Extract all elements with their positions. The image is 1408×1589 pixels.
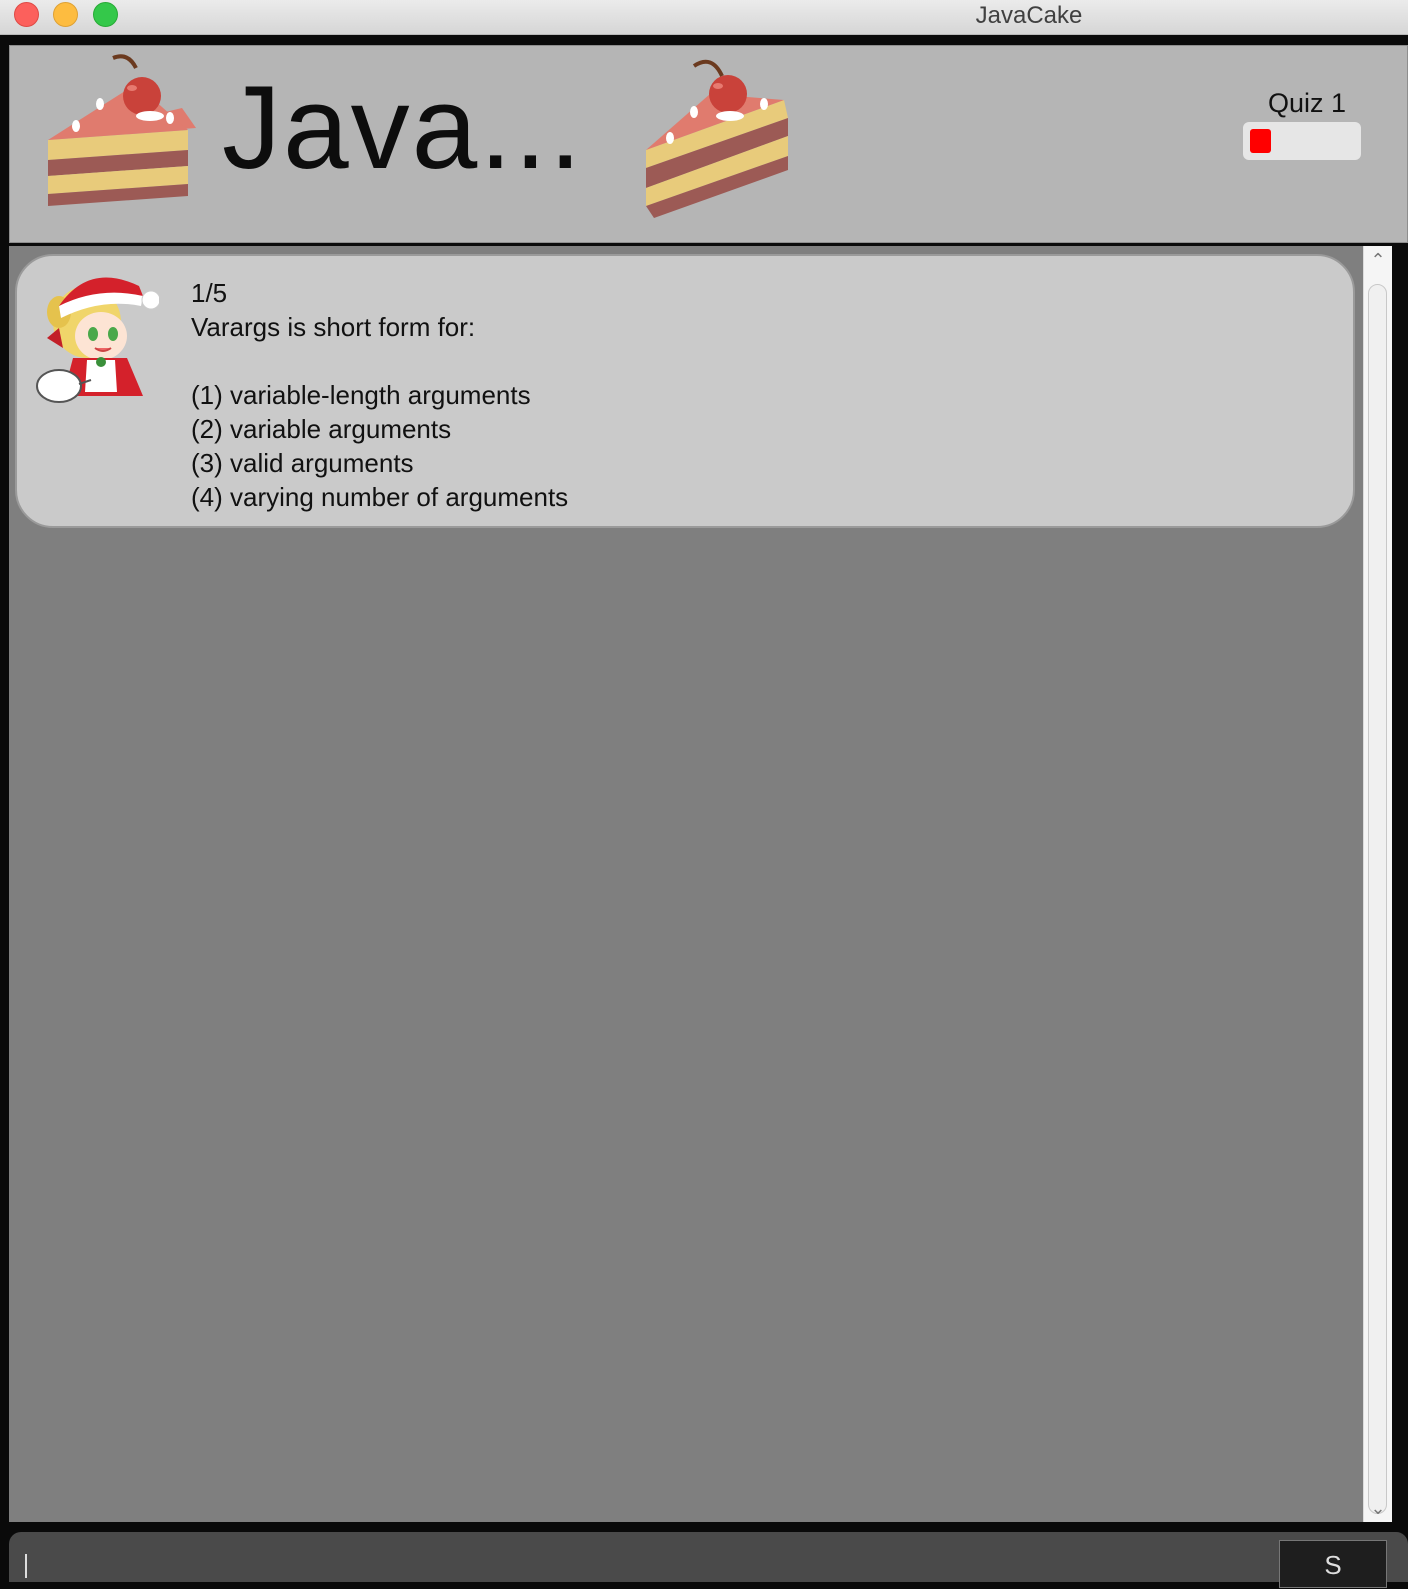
scroll-down-arrow-icon[interactable]: ⌄ [1364,1494,1392,1522]
answer-option: (2) variable arguments [191,414,452,444]
cake-slice-icon [646,59,788,218]
dialog-container: 1/5 Varargs is short form for: (1) varia… [9,246,1363,1522]
dialog-message: 1/5 Varargs is short form for: (1) varia… [191,276,568,514]
cake-slice-icon [48,54,196,206]
question-text: Varargs is short form for: [191,312,476,342]
window-title: JavaCake [975,2,1083,29]
scroll-up-arrow-icon[interactable]: ⌃ [1364,246,1392,274]
app-title: Java... [222,62,584,194]
text-cursor [25,1554,27,1578]
window-divider [0,35,1408,45]
dialog-bubble: 1/5 Varargs is short form for: (1) varia… [15,254,1355,528]
send-button[interactable]: S [1279,1540,1387,1588]
dialog-scrollbar[interactable]: ⌃ ⌄ [1363,246,1392,1522]
window-edge [1392,246,1408,1522]
window-titlebar: JavaCake [0,0,1408,35]
question-counter: 1/5 [191,278,228,308]
app-header: Java... Quiz 1 [9,45,1408,243]
quiz-progress-bar [1243,122,1361,160]
answer-option: (3) valid arguments [191,448,414,478]
quiz-progress-fill [1250,129,1271,153]
santa-girl-avatar-icon [36,277,159,403]
answer-option: (4) varying number of arguments [191,482,569,512]
command-input[interactable] [9,1532,1259,1582]
input-bar: S [9,1532,1408,1588]
answer-option: (1) variable-length arguments [191,380,531,410]
scrollbar-thumb[interactable] [1368,284,1387,1514]
quiz-label: Quiz 1 [1268,88,1347,118]
